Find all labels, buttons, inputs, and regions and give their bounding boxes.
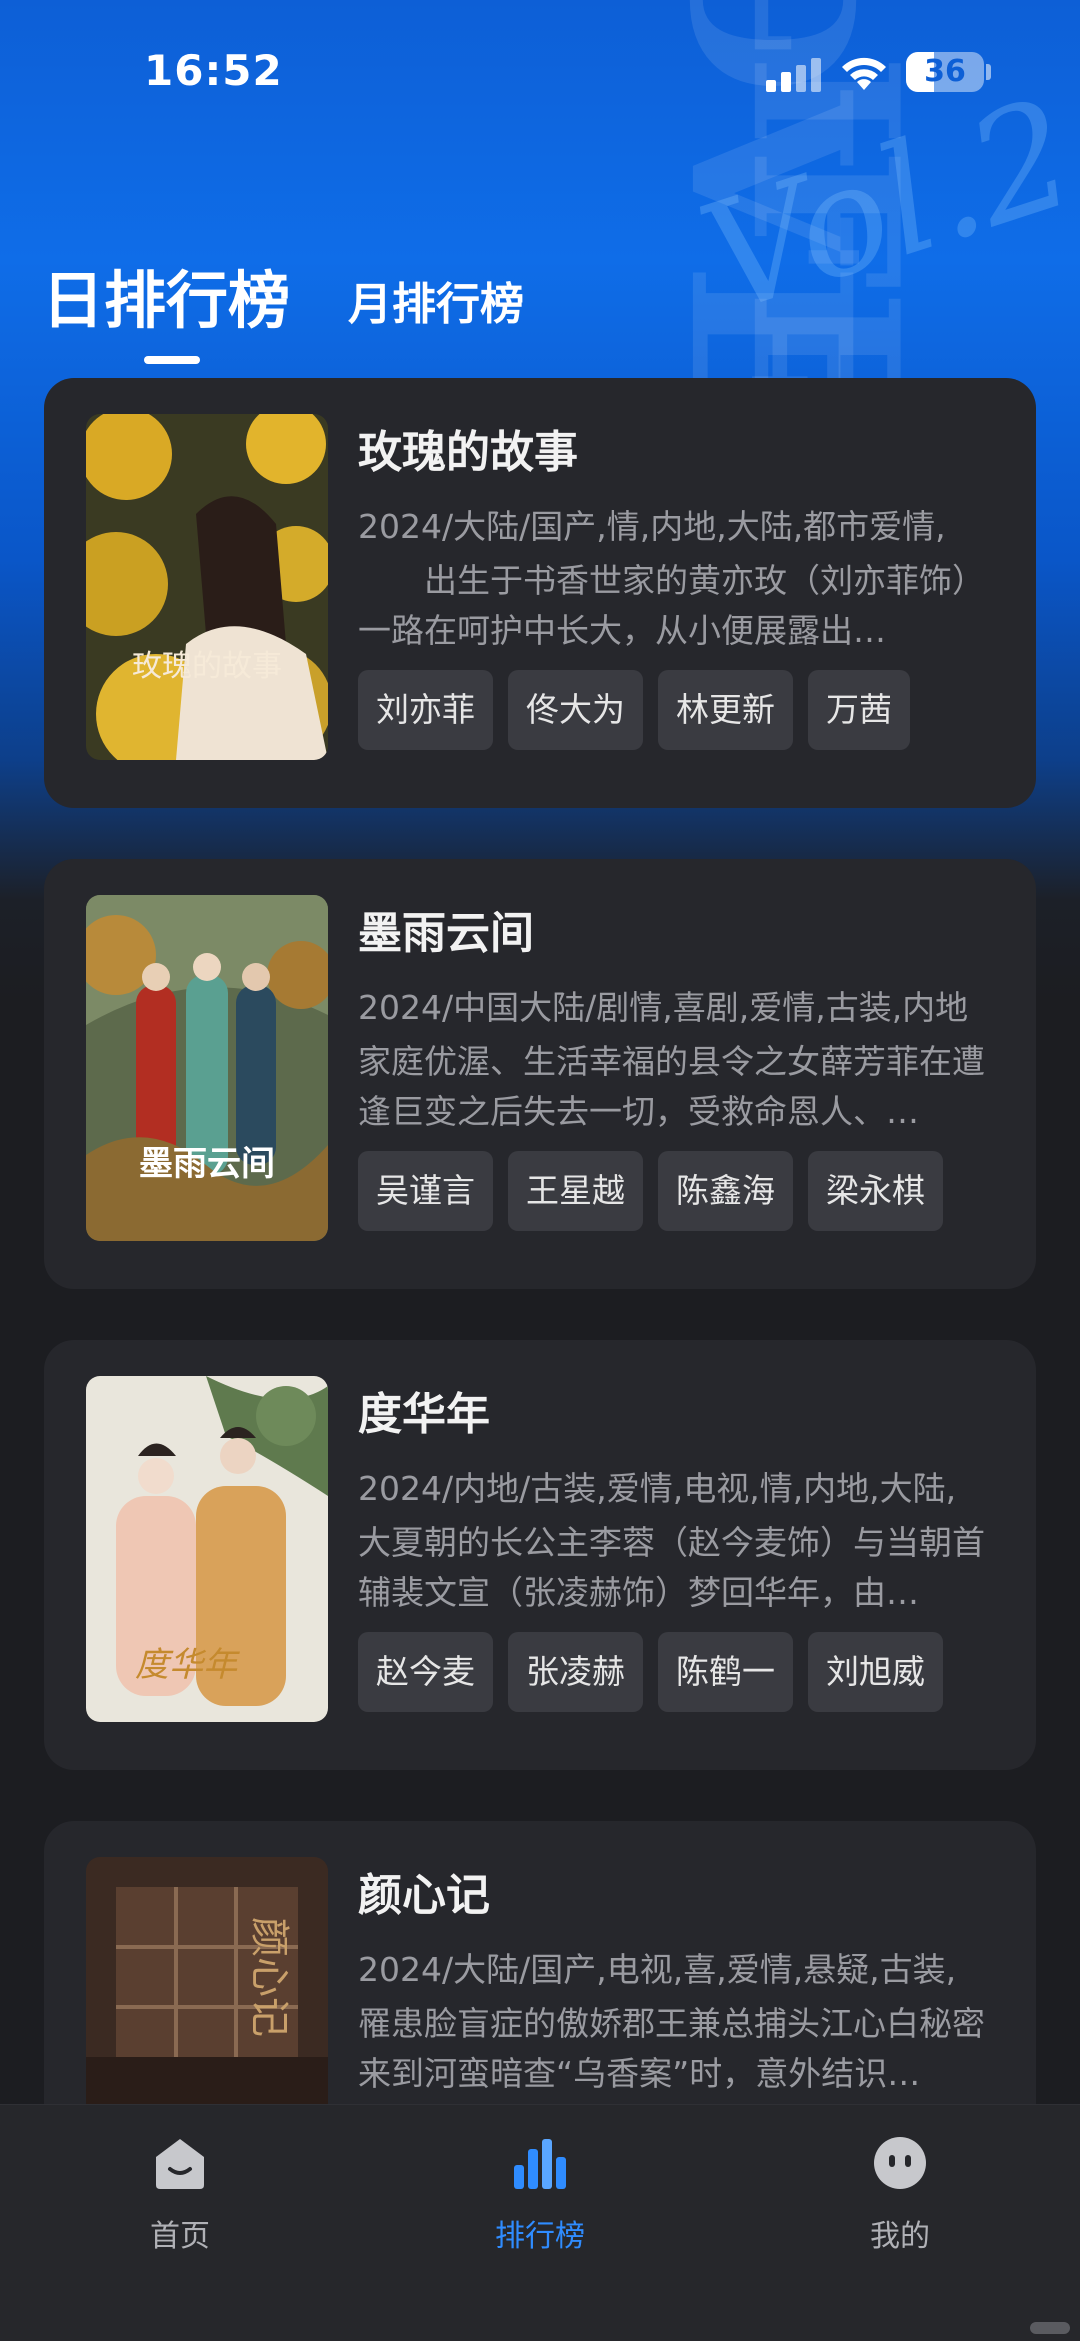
battery-level: 36 bbox=[924, 54, 966, 89]
poster-title: 墨雨云间 bbox=[139, 1144, 275, 1184]
cast-tag[interactable]: 万茜 bbox=[808, 670, 910, 750]
drama-meta: 2024/内地/古装,爱情,电视,情,内地,大陆, bbox=[358, 1469, 957, 1508]
poster-title: 度华年 bbox=[135, 1645, 240, 1685]
drama-description: 出生于书香世家的黄亦玫（刘亦菲饰）一路在呵护中长大，从小便展露出… bbox=[358, 561, 985, 650]
drama-title: 度华年 bbox=[358, 1389, 490, 1440]
cast-tag[interactable]: 林更新 bbox=[658, 670, 793, 750]
drama-poster[interactable]: 度华年 bbox=[86, 1376, 328, 1722]
drama-description: 家庭优渥、生活幸福的县令之女薛芳菲在遭逢巨变之后失去一切，受救命恩人、… bbox=[358, 1042, 985, 1131]
drama-title: 颜心记 bbox=[358, 1870, 490, 1921]
nav-home[interactable]: 首页 bbox=[80, 2105, 280, 2295]
drama-card[interactable]: 度华年 度华年 2024/内地/古装,爱情,电视,情,内地,大陆, 大夏朝的长公… bbox=[44, 1340, 1036, 1770]
drama-description: 罹患脸盲症的傲娇郡王兼总捕头江心白秘密来到河蛮暗查“乌香案”时，意外结识… bbox=[358, 2004, 985, 2093]
cast-tag[interactable]: 陈鑫海 bbox=[658, 1151, 793, 1231]
drama-title: 墨雨云间 bbox=[358, 908, 534, 959]
drama-card[interactable]: 玫瑰的故事 玫瑰的故事 2024/大陆/国产,情,内地,大陆,都市爱情, 出生于… bbox=[44, 378, 1036, 808]
drama-meta: 2024/中国大陆/剧情,喜剧,爱情,古装,内地 bbox=[358, 988, 969, 1027]
drama-description: 大夏朝的长公主李蓉（赵今麦饰）与当朝首辅裴文宣（张凌赫饰）梦回华年，由… bbox=[358, 1523, 985, 1612]
nav-ranking[interactable]: 排行榜 bbox=[440, 2105, 640, 2295]
drama-poster[interactable]: 墨雨云间 bbox=[86, 895, 328, 1241]
status-time: 16:52 bbox=[144, 46, 283, 95]
cast-tag[interactable]: 王星越 bbox=[508, 1151, 643, 1231]
drama-title: 玫瑰的故事 bbox=[358, 427, 578, 478]
cast-tag[interactable]: 赵今麦 bbox=[358, 1632, 493, 1712]
nav-ranking-label: 排行榜 bbox=[495, 2219, 585, 2254]
tab-monthly-ranking[interactable]: 月排行榜 bbox=[348, 268, 524, 332]
cast-tags: 刘亦菲 佟大为 林更新 万茜 bbox=[358, 670, 910, 750]
tab-daily-ranking[interactable]: 日排行榜 bbox=[42, 250, 290, 340]
nav-profile[interactable]: 我的 bbox=[800, 2105, 1000, 2295]
cast-tag[interactable]: 张凌赫 bbox=[508, 1632, 643, 1712]
poster-title: 玫瑰的故事 bbox=[132, 649, 282, 684]
cast-tag[interactable]: 梁永棋 bbox=[808, 1151, 943, 1231]
cellular-signal-icon bbox=[766, 58, 822, 92]
cast-tag[interactable]: 刘旭威 bbox=[808, 1632, 943, 1712]
battery-indicator: 36 bbox=[906, 52, 984, 92]
cast-tag[interactable]: 吴谨言 bbox=[358, 1151, 493, 1231]
status-bar: 16:52 36 bbox=[0, 0, 1080, 140]
home-icon bbox=[156, 2139, 204, 2189]
ranking-page: LOVE LIFE Vol.2 16:52 36 日排行榜 月排行榜 玫瑰的故事… bbox=[0, 0, 1080, 2341]
cast-tag[interactable]: 陈鹤一 bbox=[658, 1632, 793, 1712]
poster-title: 颜心记 bbox=[246, 1917, 292, 2037]
nav-home-label: 首页 bbox=[150, 2219, 210, 2254]
profile-face-icon bbox=[874, 2137, 926, 2189]
cast-tag[interactable]: 佟大为 bbox=[508, 670, 643, 750]
bar-chart-icon bbox=[514, 2139, 566, 2189]
drama-meta: 2024/大陆/国产,情,内地,大陆,都市爱情, bbox=[358, 507, 946, 546]
active-tab-indicator bbox=[144, 356, 200, 364]
drama-meta: 2024/大陆/国产,电视,喜,爱情,悬疑,古装, bbox=[358, 1950, 957, 1989]
drama-card[interactable]: 墨雨云间 墨雨云间 2024/中国大陆/剧情,喜剧,爱情,古装,内地 家庭优渥、… bbox=[44, 859, 1036, 1289]
wifi-icon bbox=[842, 57, 886, 90]
cast-tag[interactable]: 刘亦菲 bbox=[358, 670, 493, 750]
bottom-navigation: 首页 排行榜 我的 bbox=[0, 2104, 1080, 2341]
cast-tags: 吴谨言 王星越 陈鑫海 梁永棋 bbox=[358, 1151, 943, 1231]
home-indicator bbox=[1030, 2322, 1070, 2334]
cast-tags: 赵今麦 张凌赫 陈鹤一 刘旭威 bbox=[358, 1632, 943, 1712]
nav-profile-label: 我的 bbox=[870, 2219, 930, 2254]
battery-tip bbox=[986, 64, 991, 80]
drama-poster[interactable]: 玫瑰的故事 bbox=[86, 414, 328, 760]
